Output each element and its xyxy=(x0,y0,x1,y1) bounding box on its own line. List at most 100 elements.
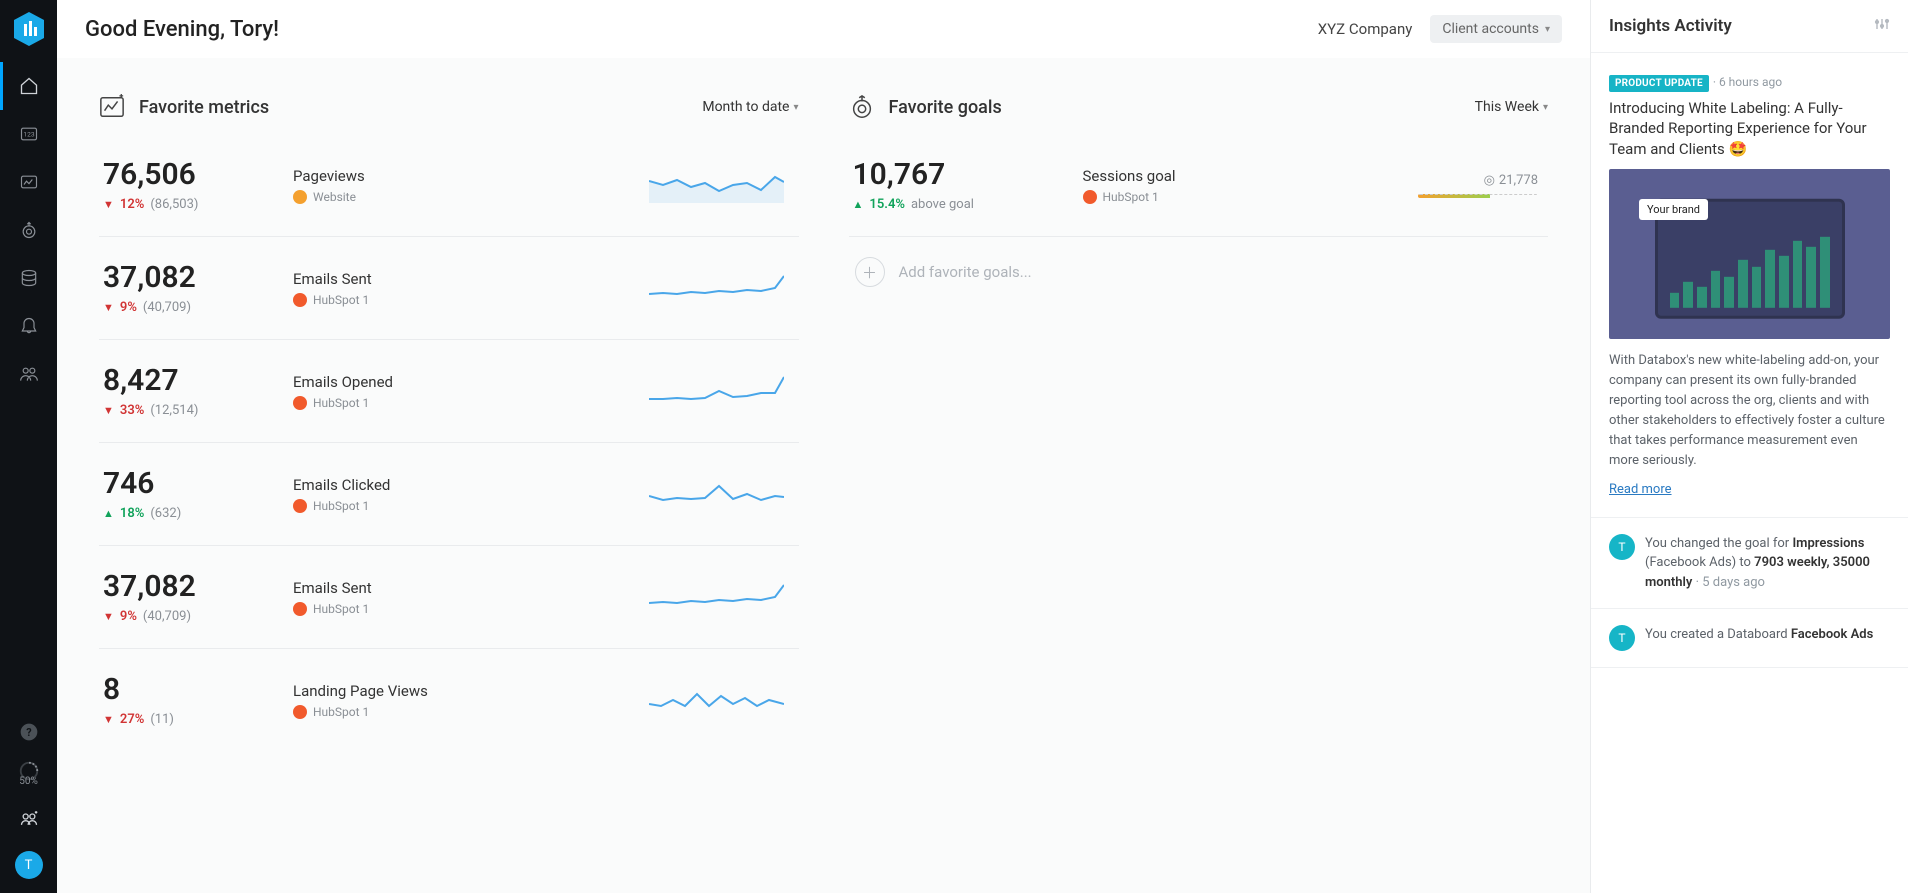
user-avatar[interactable]: T xyxy=(15,851,43,879)
goal-status-text: above goal xyxy=(911,197,974,212)
trend-down-icon: ▼ xyxy=(103,713,114,726)
source-icon xyxy=(293,499,307,513)
metric-value: 37,082 xyxy=(103,261,273,294)
metric-prev-value: (86,503) xyxy=(150,197,198,212)
metric-prev-value: (12,514) xyxy=(150,403,198,418)
metric-delta-pct: 9% xyxy=(120,300,137,315)
metric-prev-value: (40,709) xyxy=(143,609,191,624)
metric-prev-value: (40,709) xyxy=(143,300,191,315)
trend-up-icon: ▲ xyxy=(853,198,864,211)
nav-team-icon[interactable] xyxy=(0,350,57,398)
top-bar: Good Evening, Tory! XYZ Company Client a… xyxy=(57,0,1590,58)
nav-progress-label: 50% xyxy=(19,776,38,787)
nav-data-icon[interactable] xyxy=(0,254,57,302)
metric-name: Emails Sent xyxy=(293,270,629,288)
nav-help-icon[interactable]: ? xyxy=(0,708,57,756)
metric-row[interactable]: 8,427 ▼ 33% (12,514) Emails Opened HubSp… xyxy=(99,339,799,442)
goal-source: HubSpot 1 xyxy=(1103,190,1159,204)
nav-progress-icon[interactable]: 50% xyxy=(0,756,57,795)
nav-metrics-icon[interactable]: 123 xyxy=(0,110,57,158)
metric-delta-pct: 12% xyxy=(120,197,144,212)
metric-row[interactable]: 37,082 ▼ 9% (40,709) Emails Sent HubSpot… xyxy=(99,236,799,339)
source-icon xyxy=(1083,190,1097,204)
nav-home-icon[interactable] xyxy=(0,62,57,110)
read-more-link[interactable]: Read more xyxy=(1609,482,1672,497)
sparkline-chart xyxy=(649,369,789,413)
metric-value: 746 xyxy=(103,467,273,500)
metric-prev-value: (632) xyxy=(150,506,181,521)
activity-item[interactable]: T You changed the goal for Impressions (… xyxy=(1591,518,1908,610)
goal-delta-pct: 15.4% xyxy=(869,197,905,212)
nav-clients-icon[interactable] xyxy=(0,795,57,843)
chevron-down-icon: ▾ xyxy=(793,102,798,113)
metric-source: HubSpot 1 xyxy=(313,396,369,410)
trend-down-icon: ▼ xyxy=(103,404,114,417)
insights-sidebar: Insights Activity PRODUCT UPDATE · 6 hou… xyxy=(1590,0,1908,893)
chevron-down-icon: ▾ xyxy=(1545,24,1550,35)
metric-delta-pct: 18% xyxy=(120,506,144,521)
goal-progress-bar xyxy=(1418,194,1538,198)
metric-source: HubSpot 1 xyxy=(313,602,369,616)
goals-section-title: Favorite goals xyxy=(889,97,1002,118)
metric-row[interactable]: 8 ▼ 27% (11) Landing Page Views HubSpot … xyxy=(99,648,799,751)
target-icon: ◎ xyxy=(1484,173,1495,188)
sparkline-chart xyxy=(649,266,789,310)
post-body: With Databox's new white-labeling add-on… xyxy=(1609,351,1890,472)
metrics-list: 76,506 ▼ 12% (86,503) Pageviews Website … xyxy=(99,134,799,751)
sparkline-chart xyxy=(649,575,789,619)
metric-name: Pageviews xyxy=(293,167,629,185)
company-name: XYZ Company xyxy=(1318,20,1413,38)
nav-alerts-icon[interactable] xyxy=(0,302,57,350)
favorite-goals-column: Favorite goals This Week ▾ 10,767 ▲ 15.4… xyxy=(849,76,1549,307)
source-icon xyxy=(293,705,307,719)
metric-delta-pct: 9% xyxy=(120,609,137,624)
goals-range-dropdown[interactable]: This Week ▾ xyxy=(1475,99,1548,115)
post-title[interactable]: Introducing White Labeling: A Fully-Bran… xyxy=(1609,98,1890,159)
add-favorite-goal-button[interactable]: ＋ Add favorite goals... xyxy=(849,236,1549,307)
source-icon xyxy=(293,293,307,307)
nav-goals-icon[interactable] xyxy=(0,206,57,254)
client-accounts-dropdown[interactable]: Client accounts ▾ xyxy=(1430,15,1562,43)
nav-databoards-icon[interactable] xyxy=(0,158,57,206)
metric-prev-value: (11) xyxy=(150,712,174,727)
metric-source: HubSpot 1 xyxy=(313,293,369,307)
sparkline-chart xyxy=(649,163,789,207)
sparkline-chart xyxy=(649,678,789,722)
source-icon xyxy=(293,602,307,616)
activity-avatar: T xyxy=(1609,625,1635,651)
svg-text:123: 123 xyxy=(23,131,34,139)
settings-icon[interactable] xyxy=(1874,16,1890,36)
metric-name: Landing Page Views xyxy=(293,682,629,700)
goals-list: 10,767 ▲ 15.4% above goal Sessions goal … xyxy=(849,134,1549,236)
metrics-section-title: Favorite metrics xyxy=(139,97,269,118)
metric-source: Website xyxy=(313,190,356,204)
activity-time: · 5 days ago xyxy=(1696,575,1765,590)
metric-row[interactable]: 746 ▲ 18% (632) Emails Clicked HubSpot 1 xyxy=(99,442,799,545)
metric-source: HubSpot 1 xyxy=(313,499,369,513)
metric-delta-pct: 27% xyxy=(120,712,144,727)
plus-icon: ＋ xyxy=(855,257,885,287)
svg-text:?: ? xyxy=(26,726,31,739)
metric-name: Emails Opened xyxy=(293,373,629,391)
post-time: 6 hours ago xyxy=(1719,75,1782,89)
trend-down-icon: ▼ xyxy=(103,301,114,314)
metrics-range-dropdown[interactable]: Month to date ▾ xyxy=(702,99,798,115)
trend-down-icon: ▼ xyxy=(103,610,114,623)
metric-row[interactable]: 76,506 ▼ 12% (86,503) Pageviews Website xyxy=(99,134,799,236)
metric-name: Emails Clicked xyxy=(293,476,629,494)
metric-value: 37,082 xyxy=(103,570,273,603)
greeting-text: Good Evening, Tory! xyxy=(85,17,279,42)
goal-row[interactable]: 10,767 ▲ 15.4% above goal Sessions goal … xyxy=(849,134,1549,236)
metrics-section-icon xyxy=(99,94,125,120)
goal-value: 10,767 xyxy=(853,158,1063,191)
metric-value: 76,506 xyxy=(103,158,273,191)
post-image[interactable]: Your brand xyxy=(1609,169,1890,339)
metric-value: 8,427 xyxy=(103,364,273,397)
brand-logo[interactable] xyxy=(12,10,46,48)
activity-avatar: T xyxy=(1609,534,1635,560)
metric-row[interactable]: 37,082 ▼ 9% (40,709) Emails Sent HubSpot… xyxy=(99,545,799,648)
goal-target-value: 21,778 xyxy=(1499,173,1538,188)
activity-item[interactable]: T You created a Databoard Facebook Ads xyxy=(1591,609,1908,668)
insights-post: PRODUCT UPDATE · 6 hours ago Introducing… xyxy=(1591,53,1908,518)
source-icon xyxy=(293,190,307,204)
